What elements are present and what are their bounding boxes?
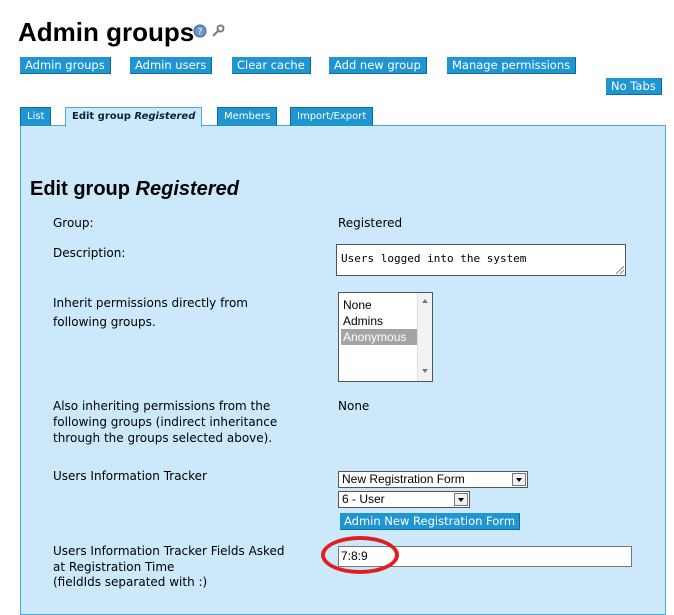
highlight-circle [321, 536, 399, 574]
also-value: None [338, 399, 370, 413]
form-heading: Edit group Registered [30, 178, 239, 201]
inherit-option-none[interactable]: None [341, 297, 421, 313]
form-heading-prefix: Edit group [30, 178, 136, 200]
also-label-line2: following groups (indirect inheritance [53, 415, 278, 429]
admin-groups-button[interactable]: Admin groups [20, 57, 111, 74]
inherit-groups-listbox[interactable]: None Admins Anonymous [338, 292, 433, 382]
tab-list[interactable]: List [20, 107, 52, 126]
scroll-up-icon[interactable] [422, 299, 428, 303]
listbox-scrollbar[interactable] [417, 293, 432, 381]
chevron-down-icon[interactable] [454, 493, 468, 506]
admin-new-registration-form-button[interactable]: Admin New Registration Form [340, 513, 521, 530]
group-label: Group: [53, 216, 94, 230]
description-value: Users logged into the system [341, 252, 527, 265]
manage-permissions-button[interactable]: Manage permissions [447, 57, 577, 74]
tracker-user-select[interactable]: 6 - User [338, 491, 470, 508]
tab-edit-group-name: Registered [134, 111, 196, 122]
group-value: Registered [338, 216, 403, 230]
no-tabs-button[interactable]: No Tabs [606, 78, 662, 95]
fields-label-line2: at Registration Time [53, 560, 175, 574]
fields-label-line1: Users Information Tracker Fields Asked [53, 544, 285, 558]
inherit-label-line2: following groups. [53, 315, 156, 329]
tab-import-export[interactable]: Import/Export [290, 107, 374, 126]
tracker-select-value: New Registration Form [342, 472, 465, 486]
resize-grip-icon[interactable] [616, 266, 624, 274]
inherit-option-anonymous[interactable]: Anonymous [341, 329, 421, 345]
wrench-icon[interactable] [211, 24, 225, 38]
tracker-user-select-value: 6 - User [342, 492, 385, 506]
also-label-line1: Also inheriting permissions from the [53, 399, 271, 413]
help-icon[interactable]: ? [193, 24, 207, 38]
add-new-group-button[interactable]: Add new group [329, 57, 427, 74]
also-label-line3: through the groups selected above). [53, 431, 273, 445]
inherit-label-line1: Inherit permissions directly from [53, 296, 248, 310]
tab-edit-group[interactable]: Edit group Registered [65, 107, 203, 127]
fields-label-line3: (fieldIds separated with :) [53, 575, 208, 589]
tab-members[interactable]: Members [217, 107, 278, 126]
admin-users-button[interactable]: Admin users [130, 57, 213, 74]
description-label: Description: [53, 246, 126, 260]
title-icons: ? [193, 24, 225, 38]
page-title: Admin groups [18, 17, 195, 47]
scroll-down-icon[interactable] [422, 369, 428, 373]
form-heading-name: Registered [135, 178, 239, 200]
tracker-label: Users Information Tracker [53, 469, 207, 483]
tab-edit-group-prefix: Edit group [72, 111, 135, 122]
tracker-select[interactable]: New Registration Form [338, 471, 528, 488]
svg-text:?: ? [198, 28, 203, 38]
description-field[interactable]: Users logged into the system [336, 244, 626, 276]
inherit-option-admins[interactable]: Admins [341, 313, 421, 329]
clear-cache-button[interactable]: Clear cache [232, 57, 311, 74]
chevron-down-icon[interactable] [512, 473, 526, 486]
